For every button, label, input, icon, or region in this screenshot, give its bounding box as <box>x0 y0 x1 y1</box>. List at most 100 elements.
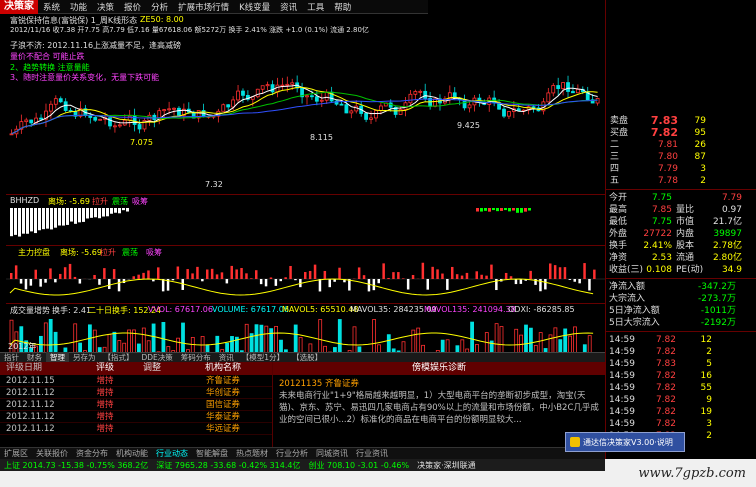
tick-p: 7.82 <box>655 371 676 381</box>
control-bar <box>362 275 366 279</box>
notice-popup[interactable]: 通达信决策家V3.00·说明 <box>565 432 685 452</box>
candle <box>502 108 506 117</box>
control-bar <box>63 267 67 279</box>
control-bar <box>114 208 117 213</box>
stat-label: 流通 <box>676 253 695 263</box>
candle <box>433 98 437 107</box>
stat-row: 今开 7.75 7.79 <box>606 192 756 204</box>
stat-value: 21.7亿 <box>712 217 742 227</box>
candle <box>339 103 344 106</box>
control-bar <box>201 279 204 282</box>
control-bar <box>563 267 567 279</box>
control-bar <box>34 269 37 279</box>
control-bar <box>269 277 273 279</box>
level-vol: 26 <box>694 140 706 150</box>
chart-info-line: 2012/11/16 收7.38 开7.75 高7.79 低7.16 量6761… <box>10 26 369 34</box>
func-item-7[interactable]: 行业分析 <box>272 448 312 459</box>
menu-analysis[interactable]: 分析 <box>146 1 173 13</box>
menu-extended-market[interactable]: 扩展市场行情 <box>173 1 234 13</box>
stat-label: 股本 <box>676 241 695 251</box>
func-item-4[interactable]: 行业动态 <box>152 448 192 459</box>
candle <box>413 91 418 95</box>
candle <box>53 98 58 105</box>
orderbook-level: 五 7.78 2 <box>606 175 756 187</box>
col-date[interactable]: 评级日期 <box>0 362 80 375</box>
diagnosis-date: 20121135 齐鲁证券 <box>279 379 359 389</box>
level-vol: 2 <box>700 176 706 186</box>
stat-value: 7.85 <box>651 205 672 215</box>
func-item-9[interactable]: 行业资讯 <box>352 448 392 459</box>
control-bar <box>132 276 135 279</box>
divider <box>606 331 756 332</box>
market-cy[interactable]: 创业 708.10 -3.01 -0.46% <box>305 460 414 471</box>
stat-value: 39897 <box>713 229 742 239</box>
control-bar <box>553 265 557 279</box>
table-row[interactable]: 2012.11.15 增持 齐鲁证券 <box>0 375 272 387</box>
candle <box>575 88 580 94</box>
control-bar <box>431 266 434 279</box>
menu-system[interactable]: 系统 <box>38 1 65 13</box>
candle <box>566 82 570 92</box>
func-item-8[interactable]: 同城资讯 <box>312 448 352 459</box>
table-row[interactable]: 2012.11.12 增持 华远证券 <box>0 423 272 435</box>
flow-row: 5日净流入额 -1011万 <box>606 305 756 317</box>
control-bar <box>74 208 77 224</box>
cell-rating: 增持 <box>96 412 114 422</box>
func-item-1[interactable]: 关联报价 <box>32 448 72 459</box>
table-row[interactable]: 2012.11.12 增持 国信证券 <box>0 399 272 411</box>
table-row[interactable]: 2012.11.12 增持 华泰证券 <box>0 411 272 423</box>
control-bar <box>512 208 515 211</box>
control-bar <box>54 279 57 283</box>
tick-p: 7.82 <box>655 335 676 345</box>
control-bar <box>230 265 233 279</box>
func-item-3[interactable]: 机构动能 <box>112 448 152 459</box>
table-row[interactable]: 2012.11.12 增持 华创证券 <box>0 387 272 399</box>
tick-v: 5 <box>706 359 712 369</box>
control-bar <box>357 267 361 279</box>
flow-label: 净流入额 <box>609 282 646 292</box>
price-label-3: 7.075 <box>130 138 153 147</box>
menu-help[interactable]: 帮助 <box>329 1 356 13</box>
menu-function[interactable]: 功能 <box>65 1 92 13</box>
market-sh[interactable]: 上证 2014.73 -15.38 -0.75% 368.2亿 <box>0 460 152 471</box>
menu-news[interactable]: 资讯 <box>275 1 302 13</box>
candle <box>167 108 172 111</box>
control-bar <box>50 208 53 230</box>
col-org[interactable]: 机构名称 <box>174 362 272 375</box>
menu-decision[interactable]: 决策 <box>92 1 119 13</box>
func-item-6[interactable]: 热点题材 <box>232 448 272 459</box>
candle <box>280 84 285 87</box>
level-price: 7.81 <box>657 140 678 150</box>
candle <box>285 83 290 86</box>
control-bar <box>259 279 263 285</box>
menu-quote[interactable]: 报价 <box>119 1 146 13</box>
control-bar <box>126 208 129 212</box>
control-bar <box>446 279 449 290</box>
func-item-2[interactable]: 资金分布 <box>72 448 112 459</box>
control-bar <box>294 279 297 281</box>
func-item-5[interactable]: 智能解盘 <box>192 448 232 459</box>
vol-value-7: MAVOL135: 241094.38 <box>424 305 516 314</box>
stat-label: 最高 <box>609 205 628 215</box>
control-bar <box>240 268 243 279</box>
control-bar <box>137 274 140 279</box>
candle <box>270 84 275 93</box>
func-item-0[interactable]: 扩展区 <box>0 448 32 459</box>
candle <box>310 95 314 98</box>
col-rating[interactable]: 评级 <box>80 362 130 375</box>
control-bar <box>38 208 41 231</box>
flow-value: -273.7万 <box>697 294 736 304</box>
kline-chart-area[interactable]: 富锐保持信息(富锐保) 1_周K线形态 ZE50: 8.00 2012/11/1… <box>0 14 605 363</box>
control-bar <box>367 279 371 292</box>
control-bar <box>10 208 13 237</box>
candle <box>571 91 575 94</box>
market-sz[interactable]: 深证 7965.28 -33.68 -0.42% 314.4亿 <box>152 460 304 471</box>
col-adjust[interactable]: 调整 <box>130 362 174 375</box>
control-bar <box>186 269 189 279</box>
menu-tools[interactable]: 工具 <box>302 1 329 13</box>
stat-label: 量比 <box>676 205 695 215</box>
menu-k-variable[interactable]: K线变量 <box>234 1 275 13</box>
candle <box>88 115 93 118</box>
control-bar <box>235 269 238 279</box>
function-bar: 扩展区 关联报价 资金分布 机构动能 行业动态 智能解盘 热点题材 行业分析 同城资讯 行业资讯 <box>0 447 605 459</box>
